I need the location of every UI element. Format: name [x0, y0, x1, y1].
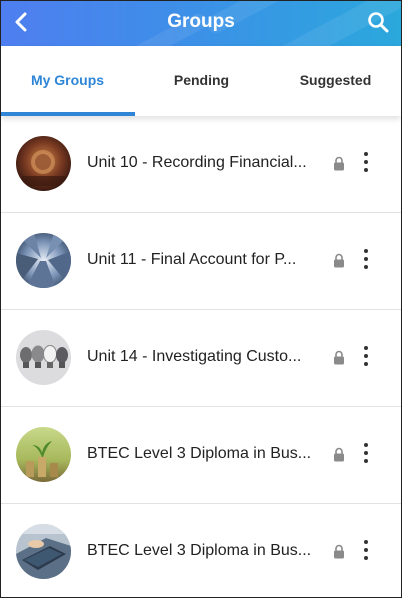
group-row[interactable]: BTEC Level 3 Diploma in Bus...: [1, 504, 401, 597]
tab-my-groups[interactable]: My Groups: [1, 46, 134, 116]
lock-icon: [334, 350, 344, 365]
lock-icon: [334, 253, 344, 268]
group-row[interactable]: Unit 10 - Recording Financial...: [1, 116, 401, 213]
group-row[interactable]: Unit 14 - Investigating Custo...: [1, 310, 401, 407]
group-title: Unit 14 - Investigating Custo...: [87, 348, 302, 365]
page-title: Groups: [167, 11, 235, 32]
more-options-button[interactable]: [356, 247, 376, 271]
group-avatar: [16, 330, 71, 385]
lock-icon: [334, 156, 344, 171]
group-list: Unit 10 - Recording Financial... Unit 11…: [1, 116, 401, 597]
group-row[interactable]: BTEC Level 3 Diploma in Bus...: [1, 407, 401, 504]
group-avatar: [16, 136, 71, 191]
laptop-desk-photo: [16, 524, 71, 579]
tab-pending[interactable]: Pending: [135, 46, 268, 116]
group-row[interactable]: Unit 11 - Final Account for P...: [1, 213, 401, 310]
group-avatar: [16, 524, 71, 579]
lock-icon: [334, 447, 344, 462]
coins-photo: [16, 136, 71, 191]
group-avatar: [16, 233, 71, 288]
tab-bar: My Groups Pending Suggested: [1, 46, 401, 116]
group-avatar: [16, 427, 71, 482]
plant-coins-photo: [16, 427, 71, 482]
search-icon: [368, 12, 389, 33]
more-options-button[interactable]: [356, 538, 376, 562]
more-options-button[interactable]: [356, 150, 376, 174]
group-title: BTEC Level 3 Diploma in Bus...: [87, 445, 312, 462]
search-button[interactable]: [367, 11, 389, 33]
more-options-button[interactable]: [356, 441, 376, 465]
app-frame: Groups My Groups Pending Suggested Unit …: [0, 0, 402, 598]
group-title: Unit 11 - Final Account for P...: [87, 251, 297, 268]
group-title: BTEC Level 3 Diploma in Bus...: [87, 542, 312, 559]
tab-suggested[interactable]: Suggested: [269, 46, 401, 116]
header-bar: Groups: [1, 1, 401, 46]
skyscrapers-photo: [16, 233, 71, 288]
more-options-button[interactable]: [356, 344, 376, 368]
active-tab-indicator: [1, 112, 135, 116]
lightbulbs-photo: [16, 330, 71, 385]
lock-icon: [334, 544, 344, 559]
group-title: Unit 10 - Recording Financial...: [87, 154, 307, 171]
